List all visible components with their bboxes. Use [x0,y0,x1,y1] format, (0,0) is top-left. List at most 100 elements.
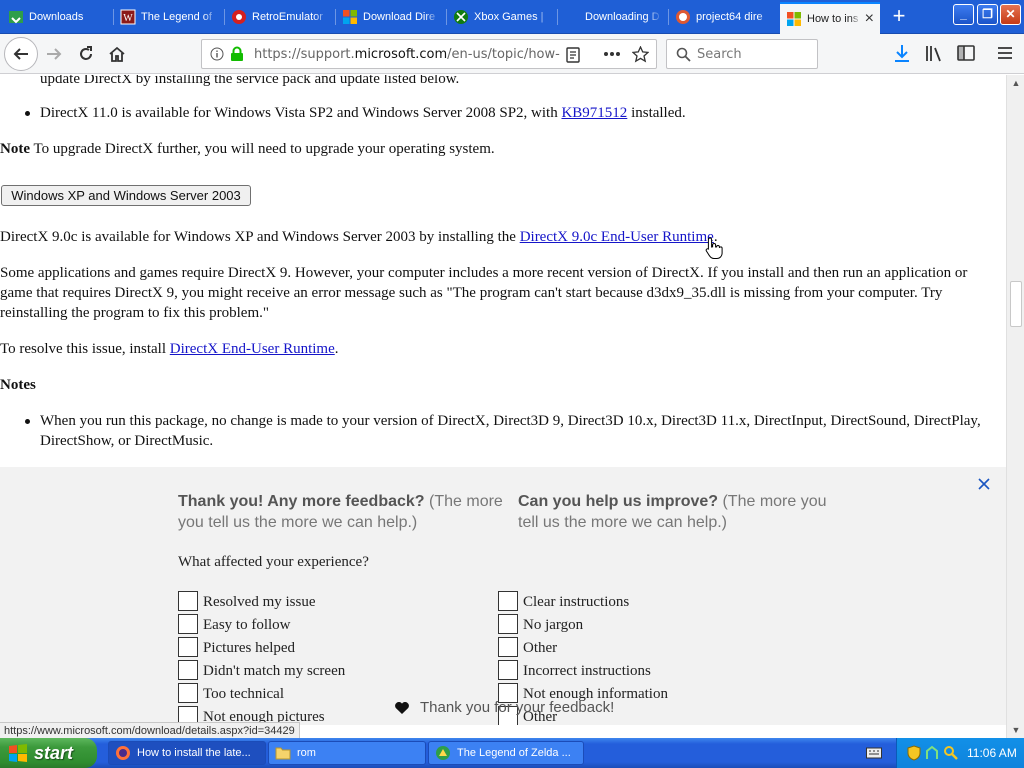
directx-runtime-link[interactable]: DirectX End-User Runtime [170,341,335,357]
window-close-button[interactable]: ✕ [1000,4,1021,25]
browser-tab-strip: Downloads W The Legend of RetroEmulator … [0,0,1024,34]
scroll-down-arrow-icon[interactable]: ▼ [1010,724,1022,736]
microsoft-favicon [343,10,357,24]
network-icon[interactable] [925,745,939,761]
page-actions-icon[interactable] [603,50,621,58]
checkbox[interactable] [178,637,198,657]
keyboard-icon[interactable] [866,746,882,760]
firefox-icon [116,746,130,760]
tab-legend-of-zelda[interactable]: W The Legend of [114,2,224,32]
checkbox[interactable] [498,591,518,611]
windows-logo-icon [9,744,27,762]
option-label: Easy to follow [203,617,291,633]
tab-close-icon[interactable]: × [865,10,874,28]
kb971512-link[interactable]: KB971512 [561,105,627,121]
navigation-toolbar: https://support.microsoft.com/en-us/topi… [0,34,1024,74]
directx-9c-runtime-link[interactable]: DirectX 9.0c End-User Runtime [520,229,714,245]
sidebar-icon[interactable] [957,45,975,62]
library-icon[interactable] [925,45,943,62]
list-item: When you run this package, no change is … [25,411,1000,451]
feedback-thanks-toast: Thank you for your feedback! [394,698,614,718]
feedback-close-icon[interactable] [976,476,992,492]
tab-downloading[interactable]: Downloading D [558,2,668,32]
dx9-paragraph: DirectX 9.0c is available for Windows XP… [0,227,1000,247]
feedback-heading-left: Thank you! Any more feedback? (The more … [178,491,508,533]
tab-label: Xbox Games | [474,11,544,23]
reload-button[interactable] [72,40,100,68]
tab-xbox-games[interactable]: Xbox Games | [447,2,557,32]
checkbox[interactable] [178,614,198,634]
option-label: Didn't match my screen [203,663,346,679]
tab-project64[interactable]: project64 dire [669,2,779,32]
option-label: Resolved my issue [203,594,316,610]
heart-icon [395,702,409,714]
url-path: /en-us/topic/how- [447,47,560,62]
reader-view-icon[interactable] [565,47,581,63]
search-input[interactable]: Search [666,39,818,69]
forward-button[interactable] [40,40,68,68]
taskbar-item-rom-folder[interactable]: rom [268,741,426,765]
start-label: start [34,742,74,763]
hamburger-menu-icon[interactable] [997,46,1013,61]
lock-icon[interactable] [230,46,244,62]
search-placeholder: Search [697,47,742,62]
note-text: To upgrade DirectX further, you will nee… [30,141,495,157]
url-text[interactable]: https://support.microsoft.com/en-us/topi… [254,47,560,62]
downloads-favicon [9,11,23,24]
scrollbar-thumb[interactable] [1010,281,1022,327]
list-item: DirectX 11.0 is available for Windows Vi… [25,103,1000,123]
home-button[interactable] [103,40,131,68]
bookmark-star-icon[interactable] [632,46,649,63]
tab-label: Download Dire [363,11,436,23]
svg-text:W: W [123,13,133,24]
zelda-favicon: W [120,9,136,25]
maximize-button[interactable]: ❐ [977,4,998,25]
tab-downloads[interactable]: Downloads [2,2,112,32]
paragraph-cut: update DirectX by installing the service… [40,75,460,87]
search-tray-icon[interactable] [943,745,959,761]
taskbar-item-zelda[interactable]: The Legend of Zelda ... [428,741,584,765]
checkbox[interactable] [498,637,518,657]
scroll-up-arrow-icon[interactable]: ▲ [1010,77,1022,89]
taskbar-item-firefox[interactable]: How to install the late... [108,741,266,765]
option-label: Pictures helped [203,640,296,656]
option-label: Clear instructions [523,594,630,610]
url-bar[interactable]: https://support.microsoft.com/en-us/topi… [201,39,657,69]
tab-label: Downloads [29,11,84,23]
start-button[interactable]: start [0,738,97,768]
option-label: Incorrect instructions [523,663,651,679]
security-shield-icon[interactable] [907,745,921,761]
blank-favicon [564,9,580,25]
retroemulator-favicon [232,10,246,24]
home-icon [109,46,125,62]
option-label: No jargon [523,617,584,633]
tab-label: RetroEmulator [252,11,323,23]
checkbox[interactable] [178,591,198,611]
resolve-paragraph: To resolve this issue, install DirectX E… [0,339,1000,359]
checkbox[interactable] [178,683,198,703]
tab-retroemulator[interactable]: RetroEmulator [225,2,335,32]
xbox-favicon [454,10,468,24]
url-domain: microsoft.com [354,47,448,62]
checkbox[interactable] [498,614,518,634]
tab-download-directx[interactable]: Download Dire [336,2,446,32]
checkbox[interactable] [178,660,198,680]
note-label: Note [0,141,30,157]
microsoft-favicon [787,12,801,26]
new-tab-button[interactable]: + [886,5,912,29]
dx9-text: DirectX 9.0c is available for Windows XP… [0,229,520,245]
windows-xp-section-button[interactable]: Windows XP and Windows Server 2003 [1,185,251,206]
note-paragraph: Note To upgrade DirectX further, you wil… [0,139,1000,159]
forward-arrow-icon [47,48,62,60]
checkbox[interactable] [498,660,518,680]
option-label: Other [523,640,558,656]
download-icon[interactable] [893,44,911,64]
minimize-button[interactable]: _ [953,4,974,25]
clock: 11:06 AM [967,746,1017,760]
search-icon [676,47,691,62]
back-button[interactable] [4,37,38,71]
tab-how-to-install[interactable]: How to ins × [780,2,880,34]
page-scrollbar[interactable]: ▲ ▼ [1006,75,1024,739]
info-icon[interactable] [210,47,224,61]
tab-label: Downloading D [585,11,660,23]
